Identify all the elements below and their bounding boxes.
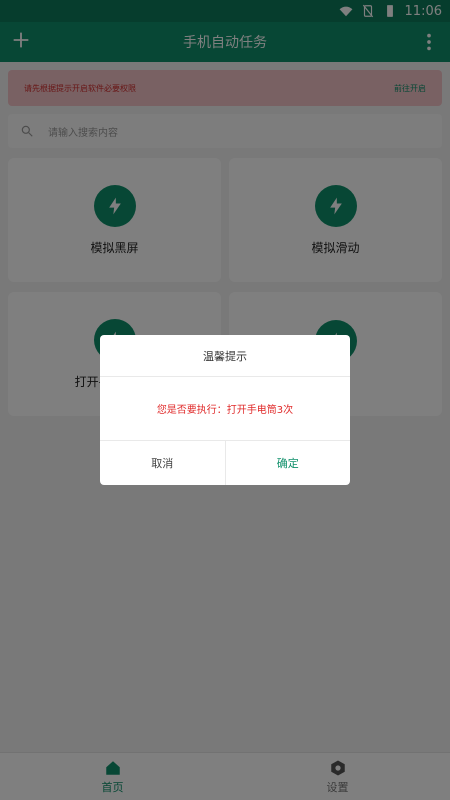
dialog-title: 温馨提示 (100, 335, 350, 377)
confirm-button[interactable]: 确定 (226, 441, 351, 485)
cancel-button[interactable]: 取消 (100, 441, 226, 485)
dialog-message: 您是否要执行：打开手电筒3次 (100, 377, 350, 441)
dialog-actions: 取消 确定 (100, 441, 350, 485)
confirm-dialog: 温馨提示 您是否要执行：打开手电筒3次 取消 确定 (100, 335, 350, 485)
